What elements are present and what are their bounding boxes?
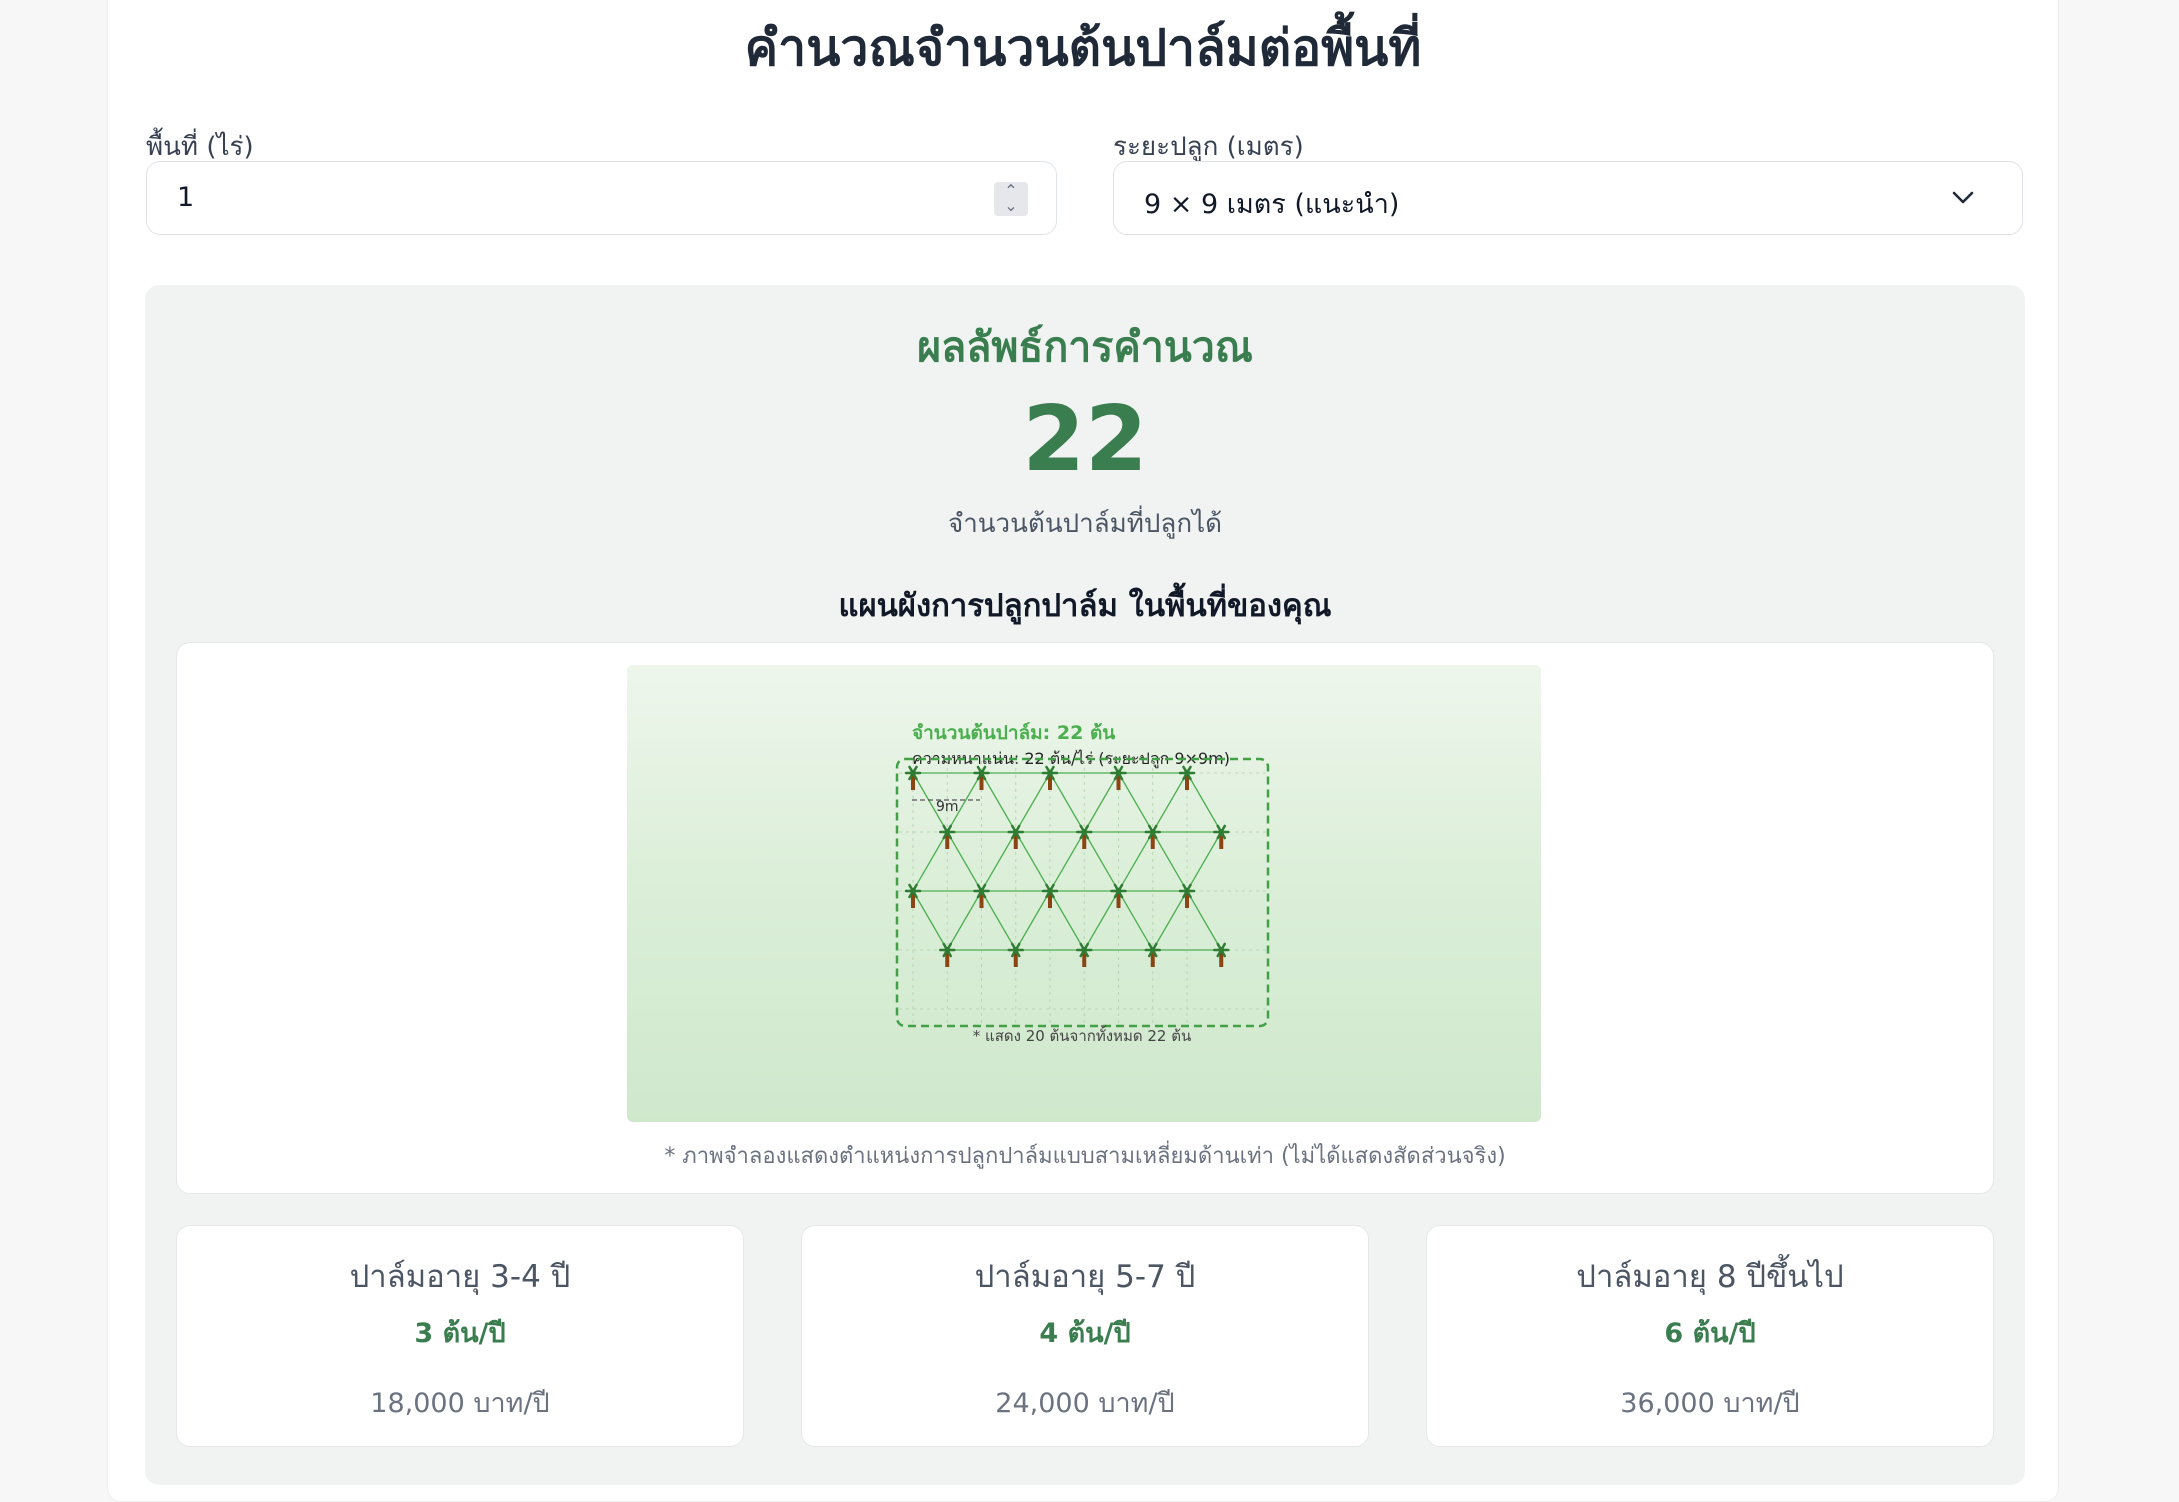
triangle-line (946, 831, 983, 892)
palm-crown (1081, 829, 1088, 835)
age-card-trees: 6 ต้น/ปี (1664, 1318, 1756, 1349)
palm-crown (1115, 888, 1122, 894)
plan-note: * ภาพจำลองแสดงตำแหน่งการปลูกปาล์มแบบสามเ… (664, 1144, 1506, 1169)
triangle-line (912, 890, 948, 951)
palm-crown (944, 829, 951, 835)
palm-crown (978, 888, 985, 894)
palm-tree-icon (1041, 883, 1059, 908)
palm-crown (1149, 829, 1156, 835)
triangle-line (1083, 772, 1120, 833)
palm-tree-icon (1076, 824, 1093, 849)
triangle-line (1117, 772, 1154, 833)
diagram-count-text: จำนวนต้นปาล์ม: 22 ต้น (912, 722, 1115, 744)
palm-crown (944, 947, 951, 953)
palm-tree-icon (1041, 765, 1059, 790)
spacing-select-value: 9 × 9 เมตร (แนะนำ) (1144, 189, 1400, 220)
palm-crown (1012, 947, 1019, 953)
palm-tree-icon (1178, 765, 1196, 790)
page-title: คำนวณจำนวนต้นปาล์มต่อพื้นที่ (744, 19, 1422, 77)
triangle-line (1015, 831, 1051, 892)
palm-tree-icon (973, 765, 990, 790)
age-card-income: 18,000 บาท/ปี (370, 1388, 550, 1419)
palm-crown (978, 770, 985, 776)
area-input-value: 1 (177, 182, 195, 213)
planting-diagram: จำนวนต้นปาล์ม: 22 ต้น ความหนาแน่น: 22 ต้… (627, 665, 1541, 1122)
planting-plan: จำนวนต้นปาล์ม: 22 ต้น ความหนาแน่น: 22 ต้… (176, 642, 1994, 1194)
palm-tree-icon (1144, 942, 1161, 967)
age-card-income: 24,000 บาท/ปี (995, 1388, 1175, 1419)
palm-tree-icon (1144, 824, 1161, 849)
palm-crown (1012, 829, 1019, 835)
chevron-down-icon (1952, 191, 1974, 204)
age-card-5-7: ปาล์มอายุ 5-7 ปี 4 ต้น/ปี 24,000 บาท/ปี (801, 1225, 1369, 1447)
palm-tree-icon (1076, 942, 1093, 967)
age-card-title: ปาล์มอายุ 3-4 ปี (349, 1259, 571, 1295)
triangle-line (1186, 890, 1222, 951)
palm-tree-icon (1007, 942, 1024, 967)
palm-tree-icon (904, 765, 922, 790)
area-input[interactable]: 1 ⌃ ⌄ (146, 161, 1057, 235)
palm-tree-icon (904, 883, 922, 908)
triangle-line (1186, 831, 1222, 892)
triangle-line (946, 890, 983, 951)
tree-count: 22 (1022, 387, 1148, 492)
triangle-line (1083, 831, 1120, 892)
triangle-line (980, 890, 1017, 951)
palm-tree-icon (939, 942, 956, 967)
triangle-line (1049, 831, 1085, 892)
triangle-line (1152, 890, 1188, 951)
palm-crown (1047, 888, 1053, 894)
age-card-trees: 4 ต้น/ปี (1039, 1318, 1131, 1349)
result-panel: ผลลัพธ์การคำนวณ 22 จำนวนต้นปาล์มที่ปลูกไ… (145, 285, 2025, 1485)
age-card-trees: 3 ต้น/ปี (414, 1318, 506, 1349)
triangle-line (1152, 831, 1188, 892)
triangle-line (1117, 831, 1154, 892)
palm-tree-icon (973, 883, 990, 908)
triangle-line (1049, 772, 1085, 833)
age-card-title: ปาล์มอายุ 5-7 ปี (974, 1259, 1196, 1295)
palm-crown (1149, 947, 1156, 953)
palm-tree-icon (1213, 942, 1230, 967)
spacing-marker-label: 9m (936, 799, 959, 815)
triangle-line (1152, 772, 1188, 833)
palm-crown (910, 888, 916, 894)
stepper-down-icon[interactable]: ⌄ (1004, 196, 1017, 215)
planting-diagram-svg: จำนวนต้นปาล์ม: 22 ต้น ความหนาแน่น: 22 ต้… (895, 722, 1270, 1045)
number-stepper[interactable]: ⌃ ⌄ (994, 182, 1028, 216)
palm-tree-icon (1213, 824, 1230, 849)
result-heading: ผลลัพธ์การคำนวณ (917, 323, 1253, 371)
triangle-line (912, 831, 948, 892)
palm-crown (1047, 770, 1053, 776)
palm-crown (1184, 770, 1190, 776)
palm-tree-icon (1007, 824, 1024, 849)
palm-crown (1184, 888, 1190, 894)
tree-count-label: จำนวนต้นปาล์มที่ปลูกได้ (947, 509, 1223, 539)
palm-tree-icon (1110, 883, 1127, 908)
triangle-line (1083, 890, 1120, 951)
age-card-3-4: ปาล์มอายุ 3-4 ปี 3 ต้น/ปี 18,000 บาท/ปี (176, 1225, 744, 1447)
triangle-line (980, 831, 1017, 892)
age-card-income: 36,000 บาท/ปี (1620, 1388, 1800, 1419)
triangle-line (1015, 772, 1051, 833)
palm-tree-icon (939, 824, 956, 849)
plan-heading: แผนผังการปลูกปาล์ม ในพื้นที่ของคุณ (838, 588, 1332, 624)
triangle-line (1049, 890, 1085, 951)
triangle-line (1117, 890, 1154, 951)
triangle-line (1186, 772, 1222, 833)
triangle-line (980, 772, 1017, 833)
palm-crown (1218, 947, 1225, 953)
palm-crown (910, 770, 916, 776)
age-card-8-plus: ปาล์มอายุ 8 ปีขึ้นไป 6 ต้น/ปี 36,000 บาท… (1426, 1225, 1994, 1447)
spacing-select[interactable]: 9 × 9 เมตร (แนะนำ) (1113, 161, 2023, 235)
palm-crown (1081, 947, 1088, 953)
palm-crown (1218, 829, 1225, 835)
palm-tree-icon (1178, 883, 1196, 908)
diagram-footnote: * แสดง 20 ต้นจากทั้งหมด 22 ต้น (973, 1025, 1191, 1045)
triangle-line (1015, 890, 1051, 951)
palm-tree-icon (1110, 765, 1127, 790)
age-card-title: ปาล์มอายุ 8 ปีขึ้นไป (1576, 1259, 1844, 1295)
palm-crown (1115, 770, 1122, 776)
